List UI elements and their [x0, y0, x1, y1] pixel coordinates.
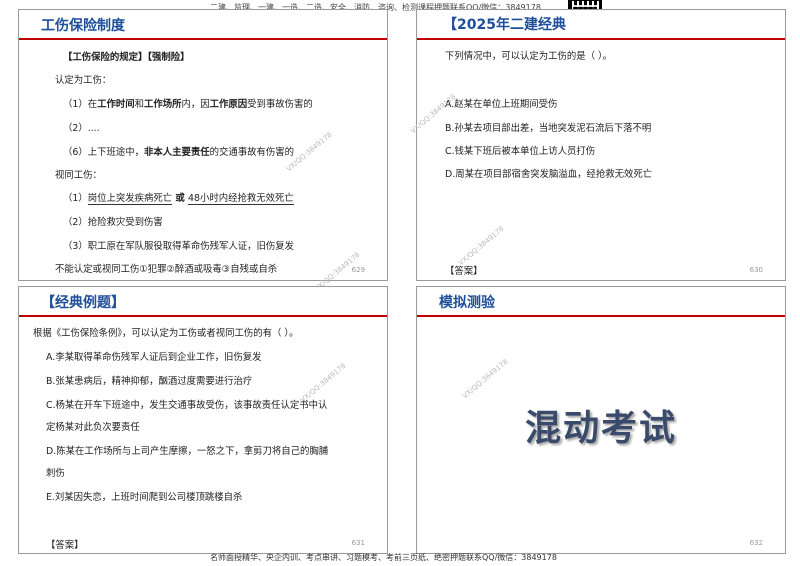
- title-divider: [417, 315, 785, 317]
- exclusions: 不能认定或视同工伤①犯罪②醉酒或吸毒③自残或自杀: [55, 264, 278, 275]
- rule-heading: 【工伤保险的规定】【强制险】: [63, 52, 190, 63]
- slide-title: 工伤保险制度: [41, 18, 125, 34]
- bottom-contact-banner: 名师面授精华、央企内训、考点串讲、习题模考、考前三页纸、绝密押题联系QQ/微信：…: [210, 553, 557, 562]
- watermark: VX/QQ:3849178: [461, 357, 510, 401]
- deemed-label: 视同工伤：: [55, 170, 102, 181]
- option-e: E.刘某因失恋，上班时间爬到公司楼顶跳楼自杀: [46, 492, 243, 503]
- slide-title: 模拟测验: [439, 295, 495, 311]
- watermark: VX/QQ:3849178: [457, 224, 506, 268]
- question-stem: 下列情况中，可以认定为工伤的是（ ）。: [445, 51, 613, 62]
- option-d-line2: 刺伤: [46, 468, 65, 479]
- item-2: （2）....: [63, 123, 100, 134]
- page-number: 632: [749, 539, 763, 547]
- slide-title: 【2025年二建经典: [443, 17, 566, 33]
- option-d-line1: D.陈某在工作场所与上司产生摩擦，一怒之下，拿剪刀将自己的胸脯: [46, 446, 329, 457]
- title-divider: [19, 38, 387, 40]
- deemed-item-2: （2）抢险救灾受到伤害: [63, 217, 163, 228]
- slide-mock-test: 模拟测验 混动考试 VX/QQ:3849178 632: [416, 286, 786, 554]
- option-b: B.孙某去项目部出差，当地突发泥石流后下落不明: [445, 123, 652, 134]
- page-number: 629: [351, 266, 365, 274]
- item-6: （6）上下班途中，非本人主要责任的交通事故有伤害的: [63, 147, 294, 158]
- slide-classic-example: 【经典例题】 根据《工伤保险条例》，可以认定为工伤或者视同工伤的有（ ）。 A.…: [18, 286, 388, 554]
- option-c: C.钱某下班后被本单位上访人员打伤: [445, 146, 596, 157]
- option-b: B.张某患病后，精神抑郁，酗酒过度需要进行治疗: [46, 376, 253, 387]
- page-number: 630: [749, 266, 763, 274]
- option-a: A.赵某在单位上班期间受伤: [445, 99, 558, 110]
- item-1: （1）在工作时间和工作场所内，因工作原因受到事故伤害的: [63, 99, 313, 110]
- exam-banner-text: 混动考试: [524, 408, 677, 449]
- answer-label: 【答案】: [46, 540, 84, 551]
- option-d: D.周某在项目部宿舍突发脑溢血，经抢救无效死亡: [445, 169, 653, 180]
- slide-title: 【经典例题】: [41, 295, 125, 311]
- deemed-item-1: （1）岗位上突发疾病死亡 或 48小时内经抢救无效死亡: [63, 193, 294, 205]
- title-divider: [417, 38, 785, 40]
- question-stem: 根据《工伤保险条例》，可以认定为工伤或者视同工伤的有（ ）。: [33, 328, 299, 339]
- deemed-item-3: （3）职工原在军队服役取得革命伤残军人证，旧伤复发: [63, 241, 294, 252]
- slide-work-injury-insurance: 工伤保险制度 【工伤保险的规定】【强制险】 认定为工伤： （1）在工作时间和工作…: [18, 9, 388, 293]
- option-c-line2: 定杨某对此负次要责任: [46, 422, 140, 433]
- page-number: 631: [351, 539, 365, 547]
- slide-classic-question-2025: 【2025年二建经典 下列情况中，可以认定为工伤的是（ ）。 A.赵某在单位上班…: [409, 9, 786, 281]
- title-divider: [19, 315, 387, 317]
- option-c-line1: C.杨某在开车下班途中，发生交通事故受伤，该事故责任认定书中认: [46, 400, 328, 411]
- option-a: A.李某取得革命伤残军人证后到企业工作，旧伤复发: [46, 352, 262, 363]
- recognized-label: 认定为工伤：: [55, 75, 112, 86]
